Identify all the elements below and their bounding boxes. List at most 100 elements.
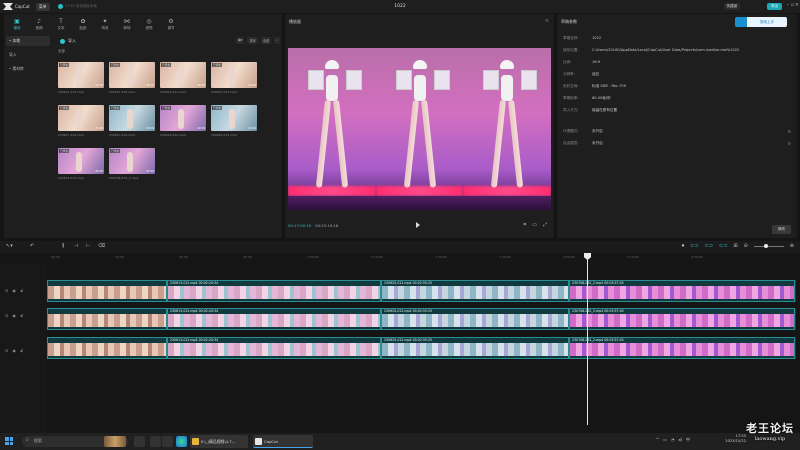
tab-transition[interactable]: ⋈ 转场 (116, 16, 138, 34)
taskbar-widget-icon[interactable] (104, 436, 126, 447)
timeline-clip[interactable] (47, 308, 167, 330)
delete-icon[interactable]: ⌫ (98, 243, 105, 249)
view-toggle-icon[interactable]: ▦▾ (235, 37, 245, 44)
export-button[interactable]: 导出 (767, 3, 782, 10)
media-item[interactable]: 已添加 00:09 230613-012.mp4 (160, 105, 206, 141)
added-badge: 已添加 (212, 106, 223, 110)
tab-media[interactable]: ▣ 媒体 (6, 16, 28, 34)
gear-icon[interactable]: ⚙ (787, 129, 791, 134)
media-item[interactable]: 已添加 00:09 230611-032.mp4 (109, 62, 155, 98)
filter-button[interactable]: 全部 (260, 37, 272, 44)
timeline-clip[interactable]: 230625-012.mp4 00:02:55:25 (381, 280, 569, 302)
ratio-icon[interactable]: ▭ (532, 222, 537, 228)
media-item[interactable]: 已添加 00:09 230708-032_2.mp4 (109, 148, 155, 184)
tab-effects[interactable]: ✦ 特效 (94, 16, 116, 34)
snap-icon[interactable]: ⊞ (733, 243, 737, 249)
player-menu-icon[interactable]: ≡ (545, 18, 549, 24)
sidebar-item-library[interactable]: • 素材库 (6, 64, 50, 74)
taskbar-explorer[interactable]: E:\_\精品视频\4.7... (190, 435, 248, 448)
import-label[interactable]: 导入 (68, 38, 76, 44)
speaker-icon[interactable]: ◂) (678, 437, 682, 443)
gear-icon[interactable] (162, 436, 173, 447)
timeline-clip[interactable]: 230625-012.mp4 00:02:55:25 (381, 308, 569, 330)
timeline-clip[interactable]: 230613-012.mp4 00:02:20:34 (167, 337, 381, 359)
chat-icon[interactable] (150, 436, 161, 447)
eye-icon[interactable]: ◉ (12, 348, 16, 353)
lock-icon[interactable]: ⊡ (5, 348, 8, 353)
minimize-icon[interactable]: – (787, 2, 790, 8)
tab-filter[interactable]: ◎ 滤镜 (138, 16, 160, 34)
tab-text[interactable]: T 文本 (50, 16, 72, 34)
timeline-clip[interactable]: 230708-032_2.mp4 00:03:57:45 (569, 280, 795, 302)
zoom-slider-knob[interactable] (763, 244, 768, 248)
battery-icon[interactable]: ▭ (663, 437, 667, 443)
zoom-slider[interactable] (753, 244, 784, 248)
maximize-icon[interactable]: ▫ (791, 2, 794, 8)
timeline-ruler[interactable]: 00:00 15:00 30:00 45:00 1:00:00 1:15:00 1:30:0… (47, 253, 800, 263)
lock-icon[interactable]: ⊡ (5, 313, 8, 318)
timeline-clip[interactable]: 230625-012.mp4 00:02:55:25 (381, 337, 569, 359)
select-tool-icon[interactable]: ↖▾ (6, 243, 13, 249)
crop-icon[interactable]: ⌗ (523, 222, 526, 228)
eye-icon[interactable]: ◉ (12, 313, 16, 318)
properties-tab-icon[interactable] (735, 17, 747, 27)
properties-tab-button[interactable]: 剪映上手 (747, 17, 787, 27)
edge-browser-icon[interactable] (176, 436, 187, 447)
taskbar-clock[interactable]: 17:55 2023/10/22 (725, 434, 746, 444)
taskbar-capcut[interactable]: CapCut (253, 435, 313, 448)
shortcut-button[interactable]: 快捷键 (723, 3, 740, 10)
play-icon[interactable] (416, 222, 420, 228)
playhead[interactable] (587, 253, 588, 425)
fullscreen-icon[interactable]: ⤢ (543, 222, 547, 228)
sidebar-item-local[interactable]: • 本地 (6, 36, 50, 46)
zoom-in-icon[interactable]: ⊕ (790, 243, 794, 249)
audio-icon[interactable]: ◂) (20, 348, 24, 353)
ruler-tick-label: 15:00 (115, 255, 124, 259)
mic-icon[interactable]: ⏺ (682, 243, 685, 249)
menu-button[interactable]: 菜单 (35, 2, 50, 11)
tab-adjust[interactable]: ⚙ 调节 (160, 16, 182, 34)
zoom-out-icon[interactable]: ⊖ (744, 243, 748, 249)
timeline-clip[interactable]: 230708-032_2.mp4 00:03:57:45 (569, 337, 795, 359)
modify-button[interactable]: 修改 (771, 225, 791, 234)
network-icon[interactable]: ◔ (671, 437, 675, 443)
video-preview[interactable] (288, 48, 551, 210)
audio-icon[interactable]: ◂) (20, 288, 24, 293)
timeline-clip[interactable] (47, 280, 167, 302)
search-icon[interactable]: ⌕ (274, 37, 280, 44)
import-icon[interactable] (60, 38, 65, 44)
close-icon[interactable]: × (795, 2, 799, 8)
eye-icon[interactable]: ◉ (12, 288, 16, 293)
timeline-clip[interactable]: 230613-012.mp4 00:02:20:34 (167, 308, 381, 330)
media-icon: ▣ (14, 18, 20, 25)
gear-icon[interactable]: ⚙ (787, 141, 791, 146)
media-item[interactable]: 已添加 00:09 230607-012.mp4 (211, 62, 257, 98)
undo-icon[interactable]: ↶ (30, 243, 34, 249)
media-item[interactable]: 已添加 00:09 230611-012.mp4 (160, 62, 206, 98)
split-right-icon[interactable]: ⊢ (86, 243, 90, 249)
tab-sticker[interactable]: ✿ 贴纸 (72, 16, 94, 34)
sort-button[interactable]: 排序 (247, 37, 258, 44)
split-icon[interactable]: ⫼ (62, 243, 64, 249)
chevron-up-icon[interactable]: ^ (656, 437, 659, 443)
link-icon[interactable]: ⊂⊃ (705, 243, 713, 249)
timeline-clip[interactable] (47, 337, 167, 359)
task-view-icon[interactable] (134, 436, 145, 447)
timeline-clip[interactable]: 230613-012.mp4 00:02:20:34 (167, 280, 381, 302)
clip-label: 230625-012.mp4 00:02:55:25 (384, 338, 433, 342)
tab-audio[interactable]: ♪ 音频 (28, 16, 50, 34)
media-item[interactable]: 已添加 00:09 230617-142.mp4 (58, 105, 104, 141)
sidebar-item-import[interactable]: 导入 (6, 50, 50, 60)
audio-icon[interactable]: ◂) (20, 313, 24, 318)
windows-start-icon[interactable] (5, 437, 13, 445)
media-item[interactable]: 已添加 00:09 230613-012.mp4 (58, 148, 104, 184)
magnet-icon[interactable]: ⊂⊃ (690, 243, 698, 249)
media-item[interactable]: 已添加 00:09 230611-142.mp4 (58, 62, 104, 98)
timeline-clip[interactable]: 230708-032_2.mp4 00:03:57:45 (569, 308, 795, 330)
lock-icon[interactable]: ⊡ (5, 288, 8, 293)
preview-axis-icon[interactable]: ⊂⊃ (719, 243, 727, 249)
ime-icon[interactable]: 中 (686, 437, 690, 443)
split-left-icon[interactable]: ⊣ (74, 243, 78, 249)
media-item[interactable]: 已添加 00:09 230617-012.mp4 (109, 105, 155, 141)
media-item[interactable]: 已添加 00:09 230625-012.mp4 (211, 105, 257, 141)
